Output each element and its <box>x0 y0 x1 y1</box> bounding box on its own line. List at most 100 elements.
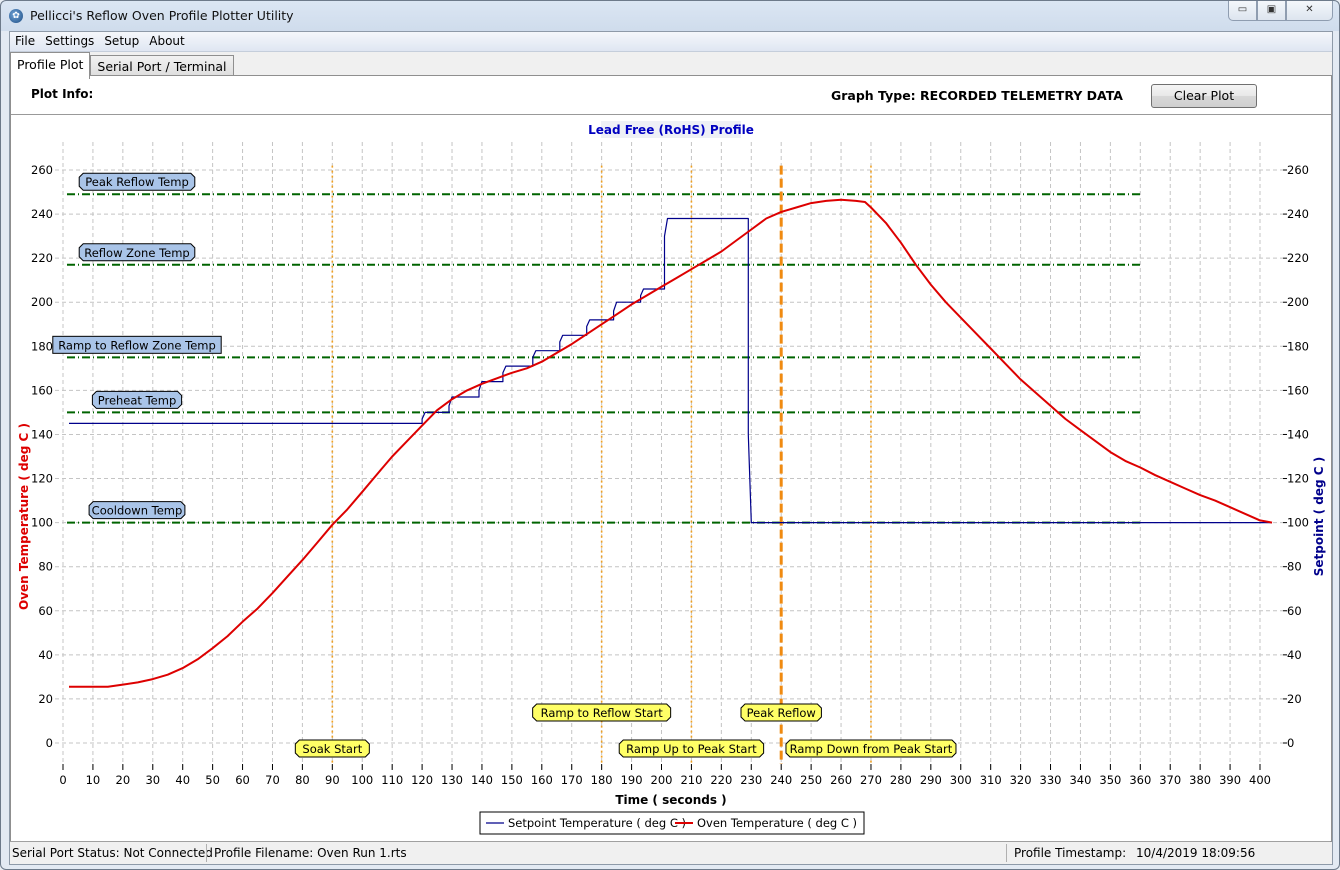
y-tick-label: 0 <box>46 736 53 750</box>
x-tick-label: 280 <box>890 773 912 787</box>
menu-file[interactable]: File <box>10 32 40 51</box>
x-tick-label: 90 <box>325 773 340 787</box>
oven-temperature-series-line <box>69 198 1273 688</box>
x-tick-label: 300 <box>950 773 972 787</box>
y-tick-label: 60 <box>38 604 53 618</box>
x-tick-label: 200 <box>651 773 673 787</box>
profile-chart: 0 10 20 30 40 50 60 70 80 90 100 110 120 130 140 150 160… <box>17 121 1326 835</box>
x-tick-label: 260 <box>830 773 852 787</box>
y2-tick-label: 240 <box>1287 207 1309 221</box>
grid <box>55 142 1283 770</box>
profile-filename: Profile Filename: Oven Run 1.rts <box>214 846 407 860</box>
y2-tick-label: 0 <box>1287 736 1294 750</box>
legend-label-setpoint: Setpoint Temperature ( deg C ) <box>508 816 686 830</box>
threshold-label: Ramp to Reflow Zone Temp <box>58 338 216 352</box>
paw-icon: ✿ <box>9 9 23 23</box>
menu-settings[interactable]: Settings <box>40 32 99 51</box>
event-label: Ramp Down from Peak Start <box>790 742 953 756</box>
status-divider <box>1006 844 1007 862</box>
x-tick-label: 110 <box>381 773 403 787</box>
y-axis-label: Oven Temperature ( deg C ) <box>17 423 31 610</box>
x-tick-label: 80 <box>295 773 310 787</box>
x-tick-label: 0 <box>59 773 66 787</box>
y2-axis-label: Setpoint ( deg C ) <box>1312 457 1326 577</box>
y-tick-label: 220 <box>31 251 53 265</box>
y2-tick-label: 140 <box>1287 427 1309 441</box>
x-tick-label: 220 <box>710 773 732 787</box>
y-tick-label: 180 <box>31 339 53 353</box>
y-tick-label: 120 <box>31 472 53 486</box>
y2-tick-label: 60 <box>1287 604 1302 618</box>
threshold-label: Reflow Zone Temp <box>84 246 189 260</box>
x-tick-label: 230 <box>740 773 762 787</box>
y2-tick-label: 220 <box>1287 251 1309 265</box>
close-button[interactable]: ✕ <box>1286 1 1333 21</box>
legend: Setpoint Temperature ( deg C ) Oven Tempe… <box>479 811 865 835</box>
x-tick-label: 320 <box>1010 773 1032 787</box>
client-area: File Settings Setup About Profile Plot S… <box>9 31 1333 865</box>
x-tick-label: 190 <box>621 773 643 787</box>
x-tick-label: 20 <box>116 773 131 787</box>
x-tick-label: 250 <box>800 773 822 787</box>
x-tick-label: 70 <box>265 773 280 787</box>
y-tick-label: 200 <box>31 295 53 309</box>
y2-tick-label: 80 <box>1287 560 1302 574</box>
window-title: Pellicci's Reflow Oven Profile Plotter U… <box>30 8 294 23</box>
y2-tick-label: 40 <box>1287 648 1302 662</box>
profile-timestamp-value: 10/4/2019 18:09:56 <box>1136 846 1256 860</box>
y-tick-label: 80 <box>38 560 53 574</box>
y2-tick-label: 260 <box>1287 163 1309 177</box>
x-tick-label: 120 <box>411 773 433 787</box>
threshold-label: Cooldown Temp <box>92 504 183 518</box>
y2-tick-label: 20 <box>1287 692 1302 706</box>
y2-tick-label: 180 <box>1287 339 1309 353</box>
menu-bar: File Settings Setup About <box>10 32 1332 52</box>
y2-tick-label: 160 <box>1287 383 1309 397</box>
x-tick-label: 40 <box>175 773 190 787</box>
series <box>69 198 1273 688</box>
x-tick-label: 350 <box>1099 773 1121 787</box>
x-tick-label: 370 <box>1159 773 1181 787</box>
profile-plot-page: Plot Info: Graph Type: RECORDED TELEMETR… <box>10 75 1332 842</box>
x-tick-label: 10 <box>86 773 101 787</box>
profile-timestamp-label: Profile Timestamp: <box>1014 846 1127 860</box>
x-tick-label: 180 <box>591 773 613 787</box>
serial-port-status: Serial Port Status: Not Connected <box>12 846 213 860</box>
y-tick-label: 140 <box>31 427 53 441</box>
x-tick-label: 170 <box>561 773 583 787</box>
y-tick-label: 20 <box>38 692 53 706</box>
x-tick-label: 130 <box>441 773 463 787</box>
x-tick-label: 390 <box>1219 773 1241 787</box>
minimize-button[interactable]: ▭ <box>1228 1 1257 21</box>
menu-setup[interactable]: Setup <box>99 32 144 51</box>
y2-tick-label: 100 <box>1287 516 1309 530</box>
chart-title: Lead Free (RoHS) Profile <box>588 123 754 137</box>
x-tick-label: 60 <box>235 773 250 787</box>
menu-about[interactable]: About <box>144 32 189 51</box>
event-label: Ramp Up to Peak Start <box>626 742 757 756</box>
threshold-lines <box>67 193 1141 524</box>
x-tick-label: 340 <box>1069 773 1091 787</box>
status-divider <box>206 844 207 862</box>
tab-serial-port-terminal[interactable]: Serial Port / Terminal <box>90 55 234 77</box>
event-label: Peak Reflow <box>747 706 816 720</box>
x-tick-label: 140 <box>471 773 493 787</box>
x-tick-label: 50 <box>205 773 220 787</box>
x-tick-label: 290 <box>920 773 942 787</box>
event-label: Ramp to Reflow Start <box>541 706 664 720</box>
maximize-button[interactable]: ▣ <box>1257 1 1286 21</box>
x-tick-label: 160 <box>531 773 553 787</box>
x-tick-label: 210 <box>680 773 702 787</box>
y2-tick-label: 120 <box>1287 472 1309 486</box>
event-label: Soak Start <box>302 742 362 756</box>
tab-profile-plot[interactable]: Profile Plot <box>10 52 91 79</box>
y-tick-label: 240 <box>31 207 53 221</box>
y-tick-label: 260 <box>31 163 53 177</box>
x-tick-label: 100 <box>351 773 373 787</box>
x-tick-label: 30 <box>145 773 160 787</box>
y2-tick-label: 200 <box>1287 295 1309 309</box>
x-axis-label: Time ( seconds ) <box>615 793 726 807</box>
x-tick-label: 310 <box>980 773 1002 787</box>
x-tick-label: 400 <box>1249 773 1271 787</box>
title-bar[interactable]: ✿ Pellicci's Reflow Oven Profile Plotter… <box>1 1 1339 31</box>
